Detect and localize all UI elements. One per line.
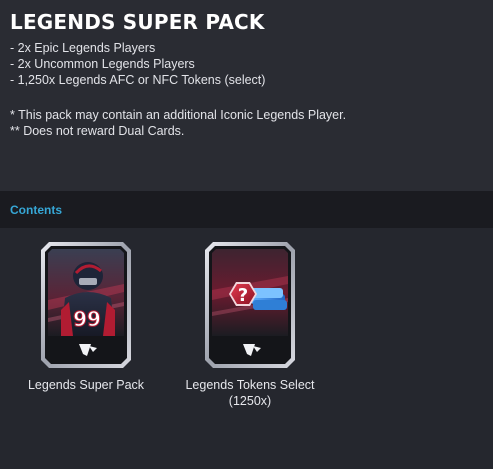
contents-section-header: Contents [0, 191, 493, 228]
content-item-label: Legends Tokens Select (1250x) [170, 377, 330, 409]
pack-details-panel: LEGENDS SUPER PACK - 2x Epic Legends Pla… [0, 0, 493, 469]
token-card-icon: ? [203, 240, 297, 370]
pack-header: LEGENDS SUPER PACK - 2x Epic Legends Pla… [0, 0, 493, 191]
content-item-label-line2: (1250x) [228, 394, 272, 408]
contents-label: Contents [10, 203, 62, 217]
pack-note: ** Does not reward Dual Cards. [10, 124, 185, 138]
player-card-icon: 99 [39, 240, 133, 370]
token-question-symbol: ? [238, 285, 248, 306]
content-item-legends-super-pack[interactable]: 99 Legends Super Pack [10, 240, 162, 393]
content-item-label-line1: Legends Tokens Select [185, 378, 315, 392]
pack-note: * This pack may contain an additional Ic… [10, 108, 347, 122]
jersey-number: 99 [73, 307, 101, 331]
pack-title: LEGENDS SUPER PACK [10, 10, 265, 34]
reward-item: - 2x Epic Legends Players [10, 41, 156, 55]
content-item-label: Legends Super Pack [27, 378, 145, 392]
reward-item: - 1,250x Legends AFC or NFC Tokens (sele… [10, 73, 266, 87]
contents-items: 99 Legends Super Pack ? Legends Tokens S… [0, 228, 493, 469]
pack-notes: * This pack may contain an additional Ic… [10, 107, 346, 139]
pack-reward-list: - 2x Epic Legends Players - 2x Uncommon … [10, 40, 265, 88]
reward-item: - 2x Uncommon Legends Players [10, 57, 195, 71]
content-item-legends-tokens-select[interactable]: ? Legends Tokens Select (1250x) [170, 240, 330, 409]
